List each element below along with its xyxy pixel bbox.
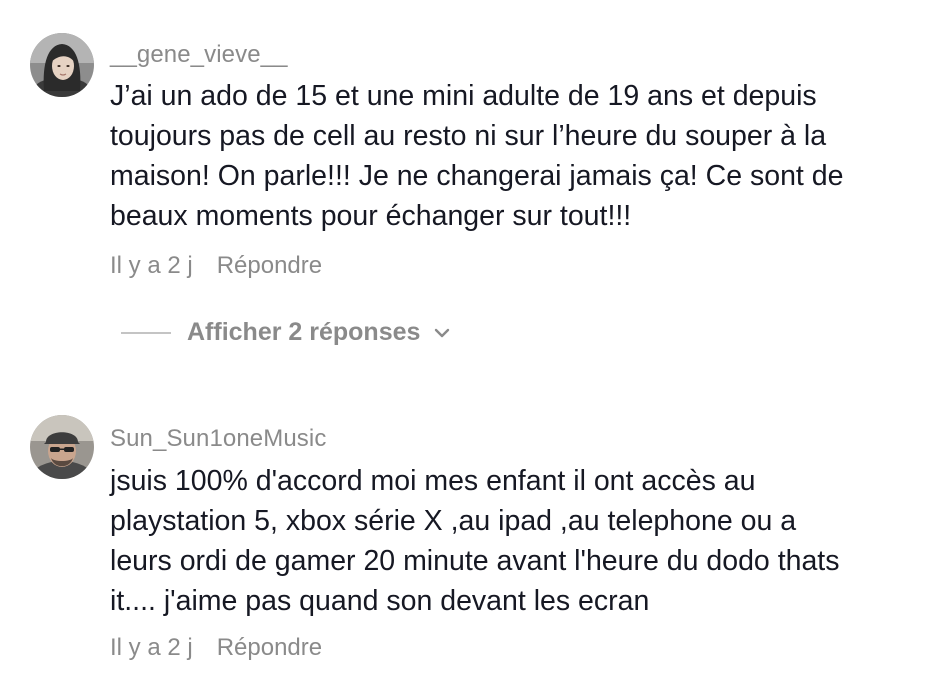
comments-list: __gene_vieve__ J’ai un ado de 15 et une … [0,0,942,700]
comment-text: jsuis 100% d'accord moi mes enfant il on… [110,461,910,621]
show-replies-label: Afficher 2 réponses [187,318,421,346]
comment-username[interactable]: Sun_Sun1oneMusic [110,425,326,453]
comment-meta: Il y a 2 j Répondre [110,634,322,662]
replies-divider-line [121,331,171,334]
avatar[interactable] [30,33,94,97]
comment-timestamp: Il y a 2 j [110,252,193,279]
comment-username[interactable]: __gene_vieve__ [110,41,288,69]
comment-text-line: it.... j'aime pas quand son devant les e… [110,585,650,617]
avatar-image [30,33,94,97]
show-replies-button[interactable]: Afficher 2 réponses [121,318,452,347]
reply-button[interactable]: Répondre [217,252,322,280]
comment-text-line: jsuis 100% d'accord moi mes enfant il on… [110,465,756,497]
comment-text-line: maison! On parle!!! Je ne changerai jama… [110,160,844,192]
comment-text: J’ai un ado de 15 et une mini adulte de … [110,76,910,236]
comment-text-line: J’ai un ado de 15 et une mini adulte de … [110,80,817,112]
comment-meta: Il y a 2 j Répondre [110,252,322,280]
reply-button[interactable]: Répondre [217,634,322,662]
avatar[interactable] [30,415,94,479]
comment-text-line: playstation 5, xbox série X ,au ipad ,au… [110,505,797,537]
comment-text-line: leurs ordi de gamer 20 minute avant l'he… [110,545,840,577]
comment-text-line: beaux moments pour échanger sur tout!!! [110,200,632,232]
chevron-down-icon [435,328,450,337]
avatar-image [30,415,94,479]
comment-text-line: toujours pas de cell au resto ni sur l’h… [110,120,827,152]
comment-timestamp: Il y a 2 j [110,634,193,661]
